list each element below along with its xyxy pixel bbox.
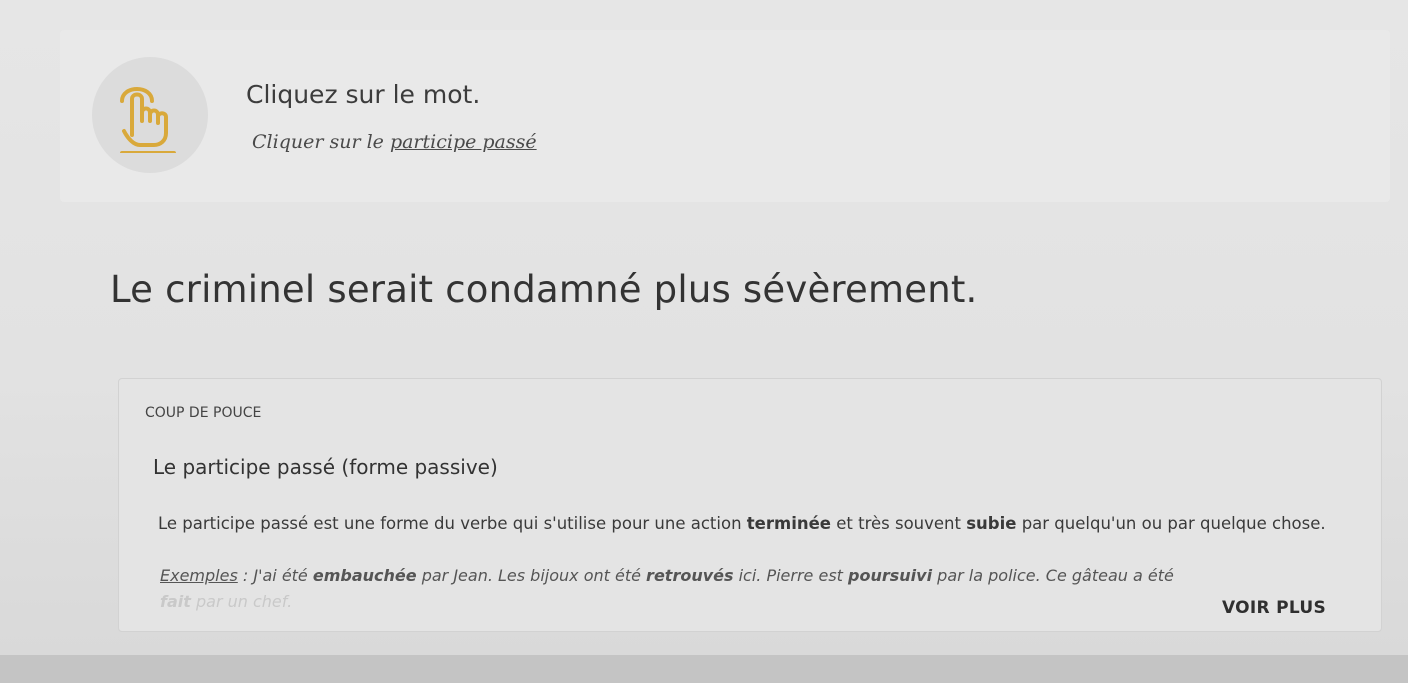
exercise-sentence: Le criminel serait condamné plus sévèrem… [110, 268, 978, 311]
instruction-card [60, 30, 1390, 202]
word-le[interactable]: Le [110, 268, 153, 311]
body-bold-subie: subie [966, 514, 1017, 533]
hand-icon-circle [92, 57, 208, 173]
instruction-title: Cliquez sur le mot. [246, 80, 481, 109]
body-bold-terminee: terminée [746, 514, 831, 533]
word-condamne[interactable]: condamné [445, 268, 641, 311]
word-serait[interactable]: serait [327, 268, 433, 311]
instruction-subtitle: Cliquer sur le participe passé [252, 131, 537, 153]
body-text: par quelqu'un ou par quelque chose. [1016, 514, 1326, 533]
voir-plus-button[interactable]: VOIR PLUS [1222, 598, 1326, 618]
body-text: et très souvent [830, 514, 967, 533]
body-text: Le participe passé est une forme du verb… [158, 514, 747, 533]
hint-label: COUP DE POUCE [145, 405, 262, 421]
examples-text: : J'ai été [237, 566, 313, 585]
bottom-bar [0, 655, 1408, 683]
hint-card [118, 378, 1382, 632]
hint-examples: Exemples : J'ai été embauchée par Jean. … [160, 566, 1340, 585]
hint-examples-faded: fait par un chef. [160, 592, 292, 611]
word-criminel[interactable]: criminel [165, 268, 315, 311]
example-bold: poursuivi [848, 566, 933, 585]
examples-text: par la police. Ce gâteau a été [932, 566, 1174, 585]
subtitle-highlight: participe passé [389, 131, 537, 153]
examples-text: ici. Pierre est [733, 566, 849, 585]
examples-text: par Jean. Les bijoux ont été [416, 566, 647, 585]
hint-body: Le participe passé est une forme du verb… [158, 511, 1368, 537]
example-bold: retrouvés [646, 566, 734, 585]
word-severement[interactable]: sévèrement. [743, 268, 978, 311]
hand-tap-icon [120, 87, 176, 153]
hint-title: Le participe passé (forme passive) [153, 455, 498, 479]
subtitle-prefix: Cliquer sur le [252, 131, 384, 153]
examples-label: Exemples [160, 566, 238, 585]
example-bold: embauchée [312, 566, 417, 585]
word-plus[interactable]: plus [654, 268, 731, 311]
example-bold: fait [160, 592, 191, 611]
examples-text: par un chef. [190, 592, 293, 611]
